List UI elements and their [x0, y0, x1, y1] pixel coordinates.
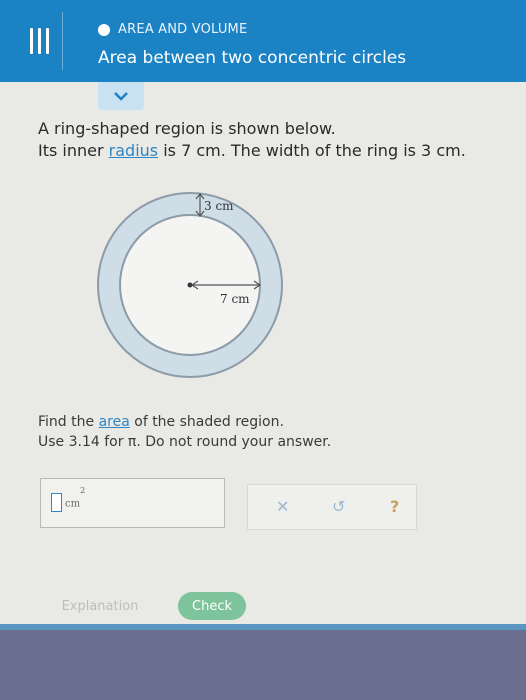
clear-icon: ✕	[276, 497, 290, 516]
prompt-line-1: A ring-shaped region is shown below.	[38, 119, 336, 138]
problem-statement: A ring-shaped region is shown below. Its…	[38, 118, 466, 162]
footer-strip	[0, 624, 526, 630]
topic-row: AREA AND VOLUME	[98, 22, 247, 37]
clear-button[interactable]: ✕	[276, 497, 289, 516]
ring-figure: 3 cm 7 cm	[80, 185, 310, 389]
app-header: AREA AND VOLUME Area between two concent…	[0, 0, 526, 82]
answer-input[interactable]	[51, 493, 62, 512]
collapse-button[interactable]	[98, 82, 144, 110]
question: Find the area of the shaded region. Use …	[38, 412, 331, 452]
menu-icon	[29, 28, 49, 54]
collapse-chevron-icon	[114, 92, 128, 101]
prompt-line-2: Its inner radius is 7 cm. The width of t…	[38, 140, 466, 162]
question-line-2: Use 3.14 for π. Do not round your answer…	[38, 434, 332, 450]
question-line-1: Find the area of the shaded region.	[38, 412, 331, 432]
answer-box: cm 2	[40, 478, 225, 528]
explanation-button[interactable]: Explanation	[52, 592, 148, 620]
unit-text: cm	[65, 498, 81, 510]
topic-label: AREA AND VOLUME	[118, 22, 248, 37]
footer-bar	[0, 624, 526, 700]
help-icon: ?	[390, 497, 400, 516]
help-button[interactable]: ?	[390, 497, 399, 516]
unit-exponent: 2	[80, 486, 86, 495]
prompt-text: is 7 cm. The width of the ring is 3 cm.	[158, 141, 466, 160]
undo-button[interactable]: ↺	[332, 497, 345, 516]
area-link[interactable]: area	[99, 414, 130, 430]
question-text: of the shaded region.	[129, 414, 284, 430]
unit-label: cm 2	[65, 486, 85, 510]
check-button[interactable]: Check	[178, 592, 246, 620]
topic-dot-icon	[98, 23, 110, 36]
width-label: 3 cm	[204, 199, 234, 213]
prompt-text: Its inner	[38, 141, 109, 160]
menu-button[interactable]	[16, 12, 63, 70]
radius-link[interactable]: radius	[109, 141, 158, 160]
lesson-title: Area between two concentric circles	[98, 48, 407, 68]
question-text: Find the	[38, 414, 99, 430]
radius-label: 7 cm	[220, 292, 250, 306]
undo-icon: ↺	[332, 497, 346, 516]
tool-panel: ✕ ↺ ?	[247, 484, 417, 530]
